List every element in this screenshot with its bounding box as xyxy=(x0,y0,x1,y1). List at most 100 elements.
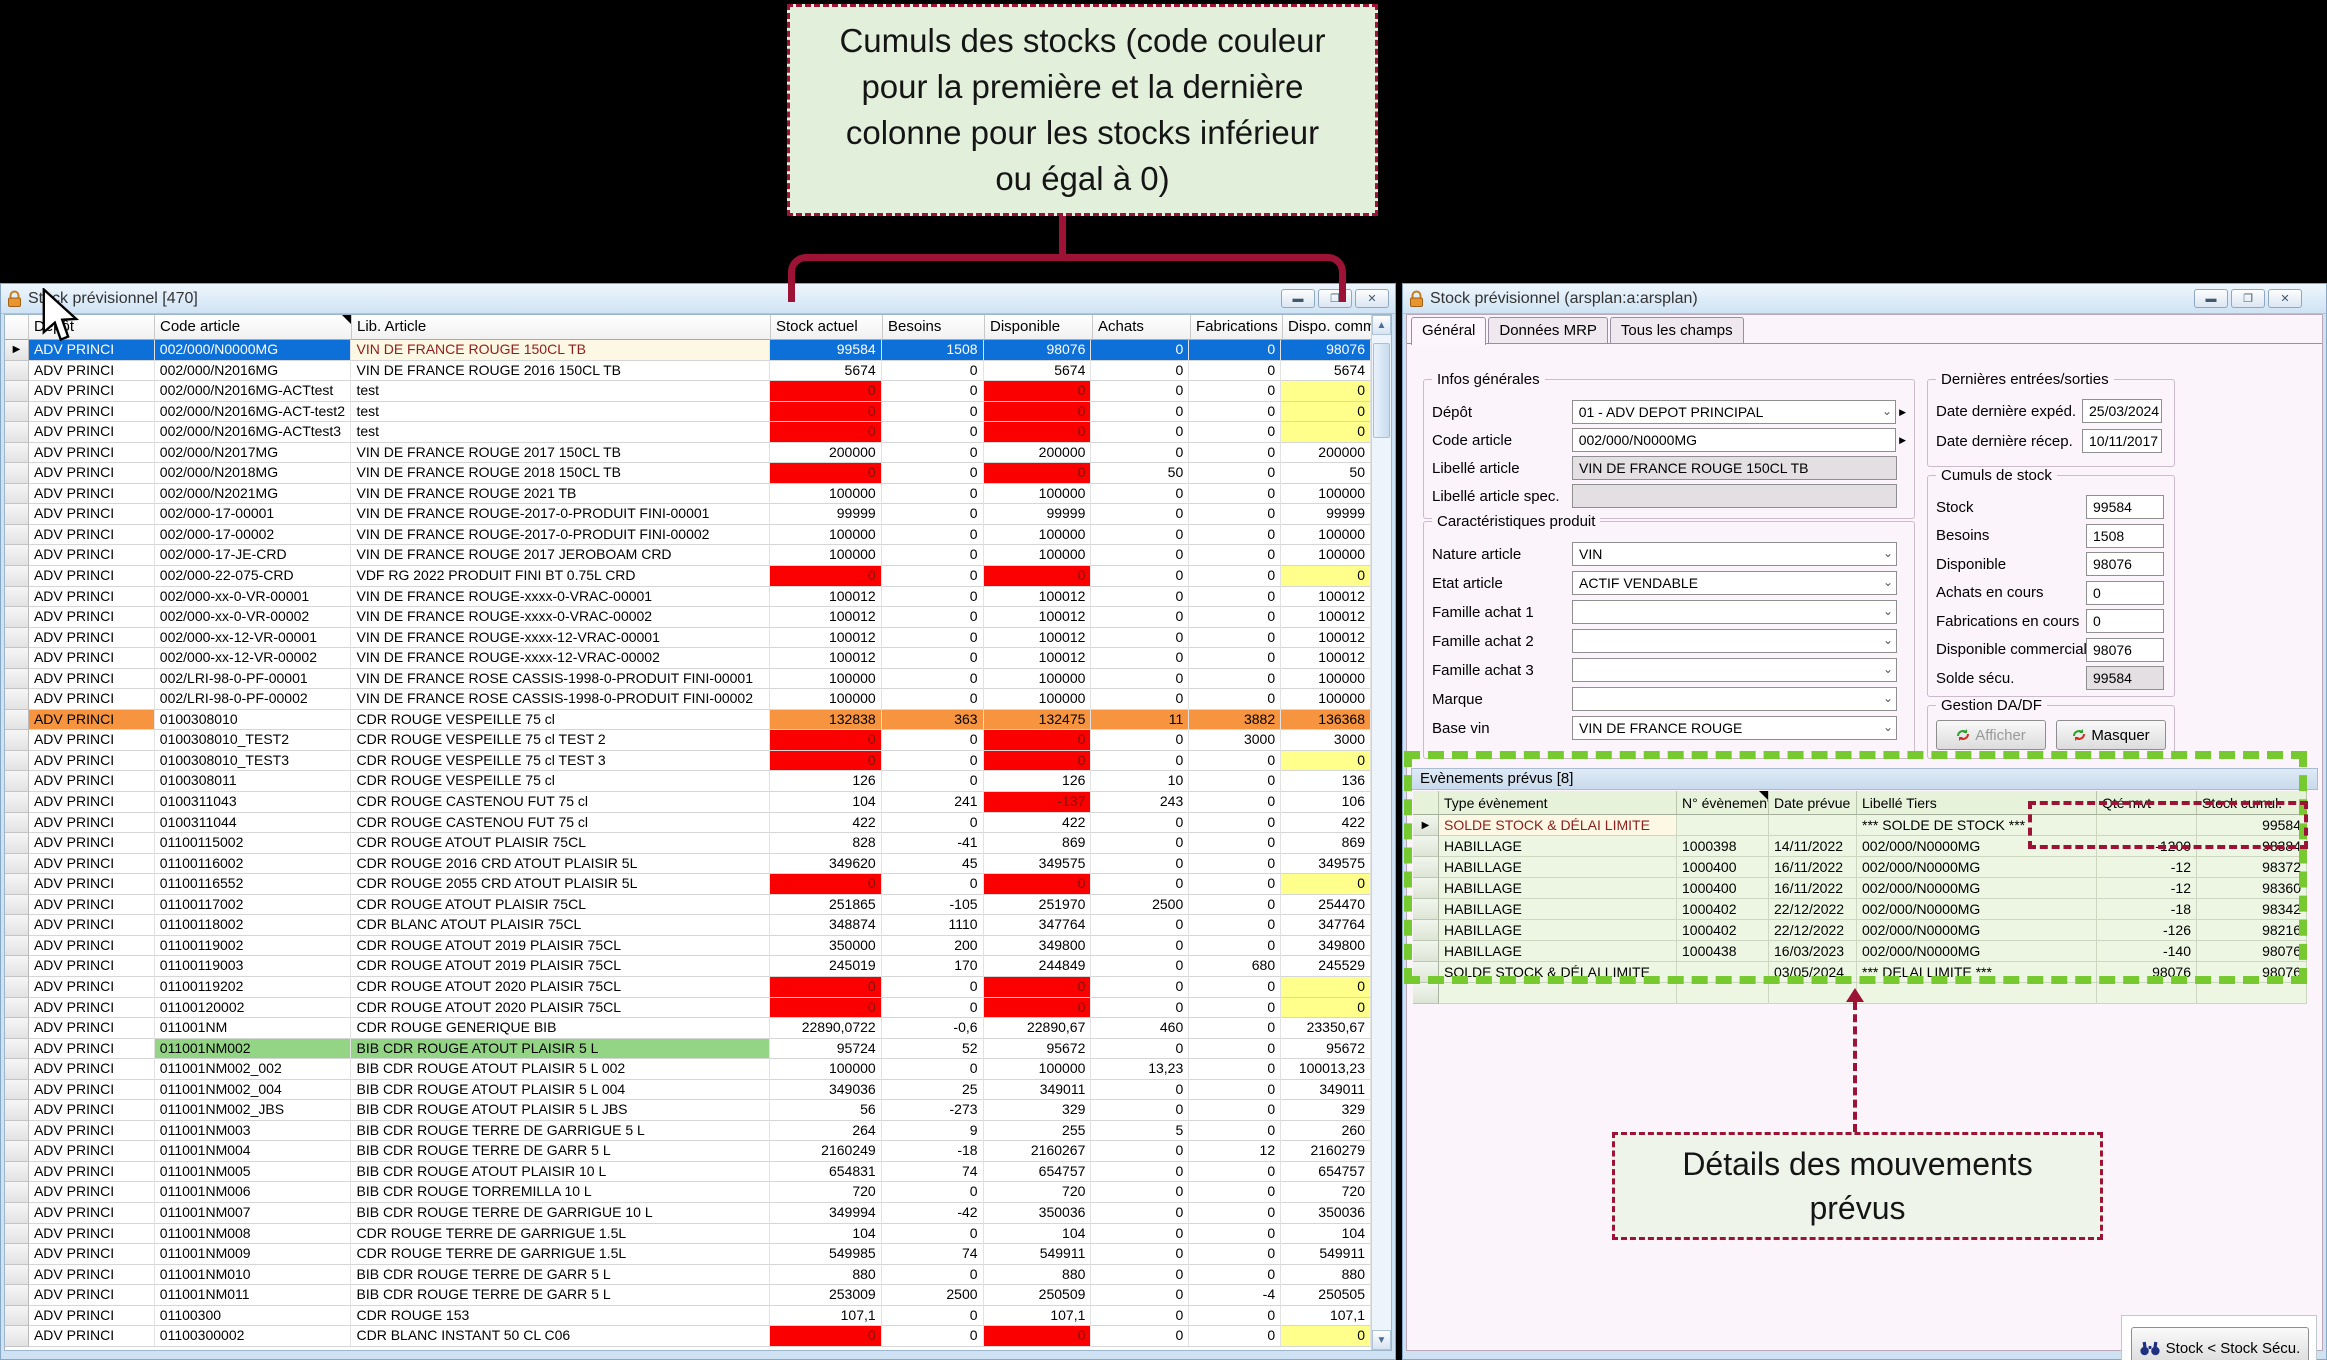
scrollbar-thumb[interactable] xyxy=(1373,343,1390,438)
row-selector[interactable] xyxy=(5,1224,29,1245)
table-row[interactable]: ADV PRINCI011001NM010BIB CDR ROUGE TERRE… xyxy=(5,1265,1371,1286)
table-row[interactable]: ADV PRINCI011001NMCDR ROUGE GENERIQUE BI… xyxy=(5,1018,1371,1039)
field-d-p-t[interactable]: 01 - ADV DEPOT PRINCIPAL⌄ xyxy=(1572,400,1896,424)
row-selector[interactable] xyxy=(5,1326,29,1347)
scroll-up-button[interactable]: ▲ xyxy=(1372,315,1391,335)
row-selector[interactable] xyxy=(5,1203,29,1224)
column-header-besoins[interactable]: Besoins xyxy=(883,315,985,340)
column-header-dispo-comm-[interactable]: Dispo. comm. xyxy=(1283,315,1373,340)
chevron-down-icon[interactable]: ⌄ xyxy=(1882,404,1892,418)
table-row[interactable]: ADV PRINCI002/000/N2021MGVIN DE FRANCE R… xyxy=(5,484,1371,505)
row-selector[interactable] xyxy=(5,936,29,957)
table-row[interactable]: ADV PRINCI002/000/N2016MGVIN DE FRANCE R… xyxy=(5,361,1371,382)
column-header-fabrications[interactable]: Fabrications xyxy=(1191,315,1283,340)
row-selector[interactable] xyxy=(5,730,29,751)
table-row[interactable]: ADV PRINCI002/000/N2016MG-ACT-test2test0… xyxy=(5,402,1371,423)
row-selector[interactable] xyxy=(5,1182,29,1203)
scroll-down-button[interactable]: ▼ xyxy=(1372,1330,1391,1350)
chevron-down-icon[interactable]: ⌄ xyxy=(1883,575,1893,589)
table-row[interactable]: ADV PRINCI011001NM007BIB CDR ROUGE TERRE… xyxy=(5,1203,1371,1224)
row-selector[interactable] xyxy=(5,648,29,669)
row-selector[interactable] xyxy=(5,813,29,834)
detail-arrow-icon[interactable]: ▶ xyxy=(1899,435,1906,446)
row-selector[interactable] xyxy=(5,792,29,813)
chevron-down-icon[interactable]: ⌄ xyxy=(1883,720,1893,734)
table-row[interactable]: ADV PRINCI01100120002CDR ROUGE ATOUT 202… xyxy=(5,998,1371,1019)
table-row[interactable]: ADV PRINCI002/000-xx-12-VR-00001VIN DE F… xyxy=(5,628,1371,649)
row-selector[interactable] xyxy=(5,833,29,854)
table-row[interactable]: ADV PRINCI01100119202CDR ROUGE ATOUT 202… xyxy=(5,977,1371,998)
row-selector[interactable] xyxy=(5,915,29,936)
row-selector[interactable] xyxy=(5,1306,29,1327)
field-famille-achat-3[interactable]: ⌄ xyxy=(1572,658,1897,682)
field-date-derni-re-exp-d-[interactable]: 25/03/2024 xyxy=(2082,399,2162,423)
field-fabrications-en-cours[interactable]: 0 xyxy=(2086,609,2164,633)
row-selector[interactable] xyxy=(5,1162,29,1183)
table-row[interactable]: ADV PRINCI011001NM011BIB CDR ROUGE TERRE… xyxy=(5,1285,1371,1306)
maximize-button[interactable]: ❐ xyxy=(2231,289,2265,308)
row-selector[interactable] xyxy=(5,895,29,916)
row-selector[interactable] xyxy=(5,525,29,546)
table-row[interactable]: ADV PRINCI002/000-17-JE-CRDVIN DE FRANCE… xyxy=(5,545,1371,566)
table-row[interactable]: ADV PRINCI002/000-xx-0-VR-00001VIN DE FR… xyxy=(5,587,1371,608)
field-disponible[interactable]: 98076 xyxy=(2086,552,2164,576)
row-selector[interactable] xyxy=(5,977,29,998)
table-row[interactable]: ADV PRINCI002/000/N2016MG-ACTtesttest000… xyxy=(5,381,1371,402)
table-row[interactable]: ADV PRINCI011001NM005BIB CDR ROUGE ATOUT… xyxy=(5,1162,1371,1183)
masquer-button[interactable]: Masquer xyxy=(2056,720,2166,750)
table-row[interactable]: ADV PRINCI01100300002CDR BLANC INSTANT 5… xyxy=(5,1326,1371,1347)
table-row[interactable]: ADV PRINCI011001NM002_002BIB CDR ROUGE A… xyxy=(5,1059,1371,1080)
field-nature-article[interactable]: VIN⌄ xyxy=(1572,542,1897,566)
field-libell-article[interactable]: VIN DE FRANCE ROUGE 150CL TB xyxy=(1572,456,1897,480)
field-etat-article[interactable]: ACTIF VENDABLE⌄ xyxy=(1572,571,1897,595)
vertical-scrollbar[interactable]: ▲ ▼ xyxy=(1371,315,1391,1350)
tab-tous-les-champs[interactable]: Tous les champs xyxy=(1610,317,1744,343)
minimize-button[interactable]: ▬ xyxy=(2194,289,2228,308)
table-row[interactable]: ADV PRINCI011001NM002_004BIB CDR ROUGE A… xyxy=(5,1080,1371,1101)
close-button[interactable]: ✕ xyxy=(1355,289,1389,308)
column-header-stock-actuel[interactable]: Stock actuel xyxy=(771,315,883,340)
chevron-down-icon[interactable]: ⌄ xyxy=(1883,691,1893,705)
table-row[interactable]: ADV PRINCI002/000/N2018MGVIN DE FRANCE R… xyxy=(5,463,1371,484)
field-solde-s-cu-[interactable]: 99584 xyxy=(2086,666,2164,690)
column-header-lib-article[interactable]: Lib. Article xyxy=(352,315,771,340)
field-code-article[interactable]: 002/000/N0000MG xyxy=(1572,428,1896,452)
row-selector[interactable] xyxy=(5,854,29,875)
row-selector[interactable] xyxy=(5,874,29,895)
row-selector[interactable] xyxy=(5,1141,29,1162)
table-row[interactable]: ▶ADV PRINCI002/000/N0000MGVIN DE FRANCE … xyxy=(5,340,1371,361)
row-selector[interactable] xyxy=(5,443,29,464)
table-row[interactable]: ADV PRINCI011001NM004BIB CDR ROUGE TERRE… xyxy=(5,1141,1371,1162)
row-selector[interactable] xyxy=(5,422,29,443)
row-selector[interactable] xyxy=(5,710,29,731)
column-header-achats[interactable]: Achats xyxy=(1093,315,1191,340)
table-row[interactable]: ADV PRINCI002/LRI-98-0-PF-00001VIN DE FR… xyxy=(5,669,1371,690)
table-row[interactable]: ADV PRINCI0100311044CDR ROUGE CASTENOU F… xyxy=(5,813,1371,834)
right-window-titlebar[interactable]: Stock prévisionnel (arsplan:a:arsplan) ▬… xyxy=(1403,284,2326,314)
field-libell-article-spec-[interactable] xyxy=(1572,484,1897,508)
table-row[interactable]: ADV PRINCI01100116002CDR ROUGE 2016 CRD … xyxy=(5,854,1371,875)
chevron-down-icon[interactable]: ⌄ xyxy=(1883,633,1893,647)
row-selector[interactable] xyxy=(5,771,29,792)
table-row[interactable]: ADV PRINCI0100308010_TEST2CDR ROUGE VESP… xyxy=(5,730,1371,751)
field-disponible-commerciale[interactable]: 98076 xyxy=(2086,638,2164,662)
row-selector[interactable] xyxy=(5,1285,29,1306)
table-row[interactable]: ADV PRINCI01100119002CDR ROUGE ATOUT 201… xyxy=(5,936,1371,957)
row-selector[interactable] xyxy=(5,607,29,628)
row-selector[interactable] xyxy=(5,504,29,525)
row-selector[interactable] xyxy=(5,1100,29,1121)
table-row[interactable]: ADV PRINCI01100115002CDR ROUGE ATOUT PLA… xyxy=(5,833,1371,854)
table-row[interactable]: ADV PRINCI01100300CDR ROUGE 153107,10107… xyxy=(5,1306,1371,1327)
table-row[interactable]: ADV PRINCI002/000-17-00002VIN DE FRANCE … xyxy=(5,525,1371,546)
row-selector[interactable] xyxy=(5,998,29,1019)
row-selector[interactable] xyxy=(5,1039,29,1060)
row-selector[interactable] xyxy=(5,1265,29,1286)
field-stock[interactable]: 99584 xyxy=(2086,495,2164,519)
column-header-disponible[interactable]: Disponible xyxy=(985,315,1093,340)
table-row[interactable]: ADV PRINCI011001NM009CDR ROUGE TERRE DE … xyxy=(5,1244,1371,1265)
row-selector[interactable] xyxy=(5,361,29,382)
tab-general[interactable]: Général xyxy=(1411,317,1486,345)
row-selector[interactable] xyxy=(5,1018,29,1039)
stock-below-safety-button[interactable]: Stock < Stock Sécu. xyxy=(2131,1327,2309,1360)
row-selector[interactable] xyxy=(5,956,29,977)
